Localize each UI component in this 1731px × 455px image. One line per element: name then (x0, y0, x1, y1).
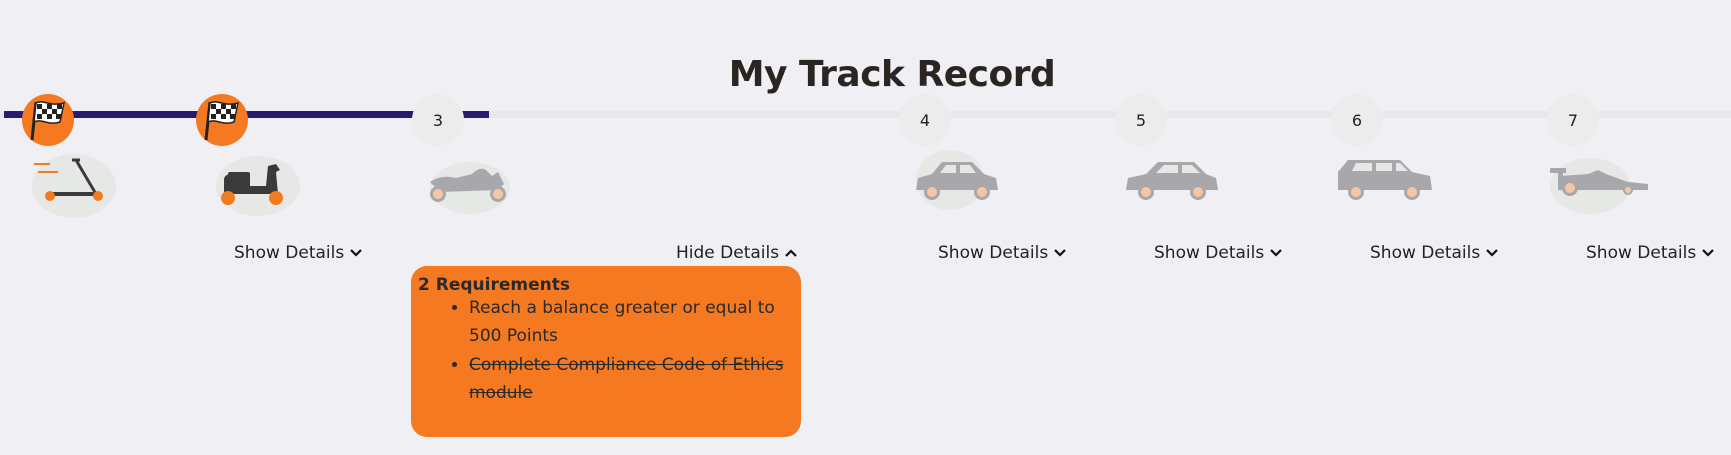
requirements-title: 2 Requirements (418, 275, 570, 295)
level-number: 7 (1567, 110, 1579, 130)
page-title: My Track Record (728, 54, 1056, 96)
level-4-show-details-button[interactable]: Show Details (938, 240, 1066, 266)
requirements-list: Reach a balance greater or equal to 500 … (411, 294, 799, 408)
chevron-up-icon (785, 249, 797, 257)
checkered-flag-icon (204, 101, 239, 141)
level-6-show-details-button[interactable]: Show Details (1370, 240, 1498, 266)
chevron-down-icon (1054, 249, 1066, 257)
sedan-car-icon (1126, 162, 1218, 200)
level-5-node: 5 (1115, 94, 1167, 146)
level-number: 4 (919, 110, 931, 130)
level-7-show-details-button[interactable]: Show Details (1586, 240, 1714, 266)
motorcycle-icon (430, 162, 510, 214)
details-label: Show Details (1370, 243, 1481, 263)
details-label: Show Details (1586, 243, 1697, 263)
details-label: Show Details (938, 243, 1049, 263)
suv-car-icon (1338, 160, 1432, 200)
chevron-down-icon (1486, 249, 1498, 257)
level-4-node: 4 (899, 94, 951, 146)
level-1-node: 1 (22, 94, 74, 146)
requirements-panel: 2 Requirements Reach a balance greater o… (411, 266, 801, 437)
chevron-down-icon (350, 249, 362, 257)
details-label: Show Details (234, 243, 345, 263)
details-label: Show Details (1154, 243, 1265, 263)
level-7-node: 7 (1547, 94, 1599, 146)
checkered-flag-icon (30, 101, 65, 141)
level-number: 6 (1351, 110, 1363, 130)
level-3-node: 3 (412, 94, 464, 146)
level-5-show-details-button[interactable]: Show Details (1154, 240, 1282, 266)
race-car-icon (1550, 158, 1648, 214)
details-label: Hide Details (676, 243, 780, 263)
hatchback-car-icon (916, 150, 998, 210)
level-6-node: 6 (1331, 94, 1383, 146)
motor-scooter-icon (216, 156, 300, 216)
requirement-item: Reach a balance greater or equal to 500 … (469, 294, 799, 350)
level-number: 3 (432, 110, 444, 130)
level-2-show-details-button[interactable]: Show Details (234, 240, 362, 266)
chevron-down-icon (1270, 249, 1282, 257)
level-2-node: 2 (196, 94, 248, 146)
chevron-down-icon (1702, 249, 1714, 257)
level-3-hide-details-button[interactable]: Hide Details (676, 240, 797, 266)
requirement-item-completed: Complete Compliance Code of Ethics modul… (469, 351, 799, 407)
kick-scooter-icon (32, 154, 116, 218)
level-number: 5 (1135, 110, 1147, 130)
